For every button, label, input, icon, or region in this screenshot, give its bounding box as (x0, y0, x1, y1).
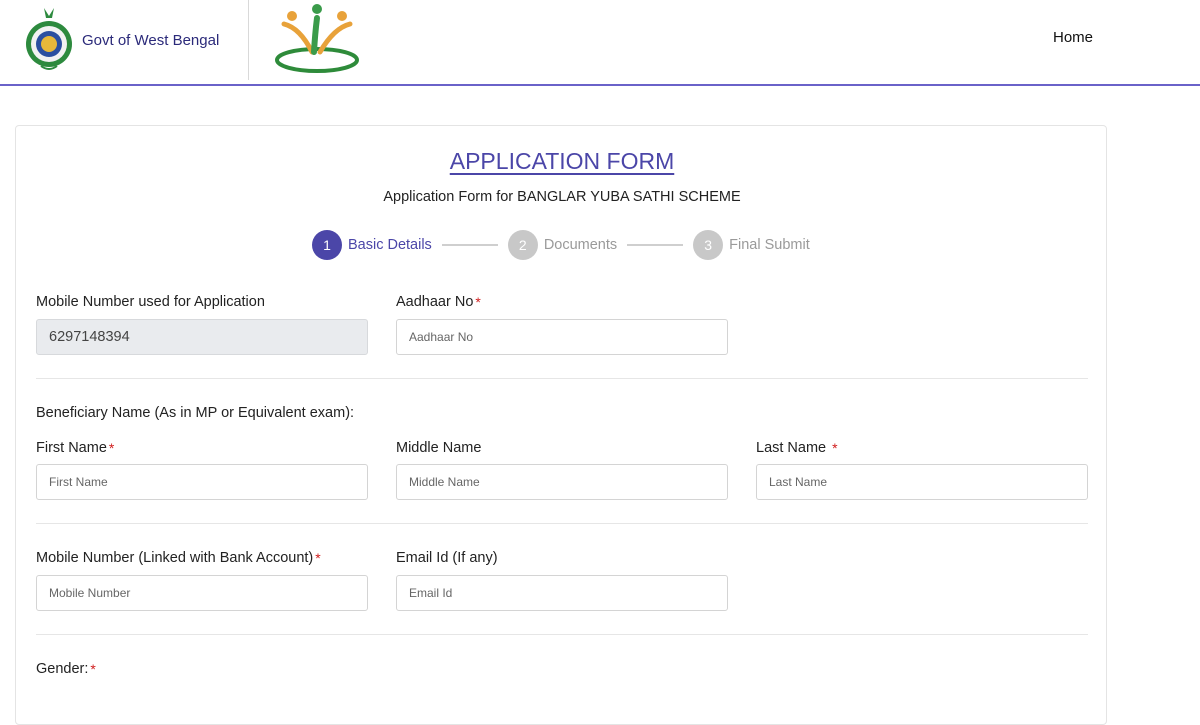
beneficiary-name-heading: Beneficiary Name (As in MP or Equivalent… (36, 405, 355, 421)
required-asterisk: * (315, 550, 321, 566)
required-asterisk: * (108, 440, 115, 456)
email-input[interactable] (396, 575, 728, 611)
label-text: Aadhaar No (396, 294, 474, 310)
gov-brand[interactable]: Govt of West Bengal (24, 6, 219, 74)
first-name-label: First Name * (36, 440, 114, 456)
label-text: Middle Name (396, 440, 482, 456)
section-divider (36, 634, 1088, 635)
step-connector (441, 244, 498, 246)
form-title: APPLICATION FORM (449, 148, 675, 174)
step-number: 3 (693, 230, 724, 260)
label-text: Mobile Number used for Application (36, 294, 265, 310)
aadhaar-input[interactable] (396, 319, 728, 355)
step-number: 1 (312, 230, 342, 260)
label-text: Last Name (756, 440, 831, 456)
email-label: Email Id (If any) (396, 550, 498, 566)
application-form-card: APPLICATION FORM Application Form for BA… (15, 125, 1107, 725)
step-documents[interactable]: 2 Documents (507, 230, 618, 260)
label-text: Email Id (If any) (396, 550, 498, 566)
gov-name: Govt of West Bengal (82, 31, 220, 49)
mobile-application-field[interactable] (36, 319, 368, 355)
step-label: Basic Details (348, 237, 432, 253)
form-stepper: 1 Basic Details 2 Documents 3 Final Subm… (312, 230, 810, 260)
last-name-label: Last Name * (756, 440, 838, 456)
label-text: Mobile Number (Linked with Bank Account) (36, 550, 314, 566)
step-basic-details[interactable]: 1 Basic Details (312, 230, 432, 260)
header-divider (248, 0, 249, 80)
step-connector (627, 244, 684, 246)
yuba-sathi-logo-icon (275, 4, 359, 73)
aadhaar-label: Aadhaar No * (396, 294, 481, 310)
form-subtitle: Application Form for BANGLAR YUBA SATHI … (383, 189, 741, 205)
site-header: Govt of West Bengal Home (0, 0, 1200, 86)
mobile-bank-label: Mobile Number (Linked with Bank Account)… (36, 550, 321, 566)
step-number: 2 (507, 230, 538, 260)
last-name-input[interactable] (756, 464, 1088, 500)
mobile-bank-input[interactable] (36, 575, 368, 611)
first-name-input[interactable] (36, 464, 368, 500)
west-bengal-emblem-icon (26, 8, 72, 70)
nav-home-link[interactable]: Home (1053, 29, 1093, 46)
middle-name-input[interactable] (396, 464, 728, 500)
step-label: Final Submit (729, 237, 810, 253)
label-text: Gender: (36, 661, 89, 677)
required-asterisk: * (475, 294, 481, 310)
section-divider (36, 523, 1088, 524)
label-text: First Name (36, 440, 107, 456)
required-asterisk: * (832, 440, 838, 456)
section-divider (36, 378, 1088, 379)
middle-name-label: Middle Name (396, 440, 481, 456)
gender-label: Gender: * (36, 661, 96, 677)
step-label: Documents (543, 237, 618, 253)
mobile-application-label: Mobile Number used for Application (36, 294, 265, 310)
step-final-submit[interactable]: 3 Final Submit (693, 230, 810, 260)
required-asterisk: * (90, 661, 96, 677)
